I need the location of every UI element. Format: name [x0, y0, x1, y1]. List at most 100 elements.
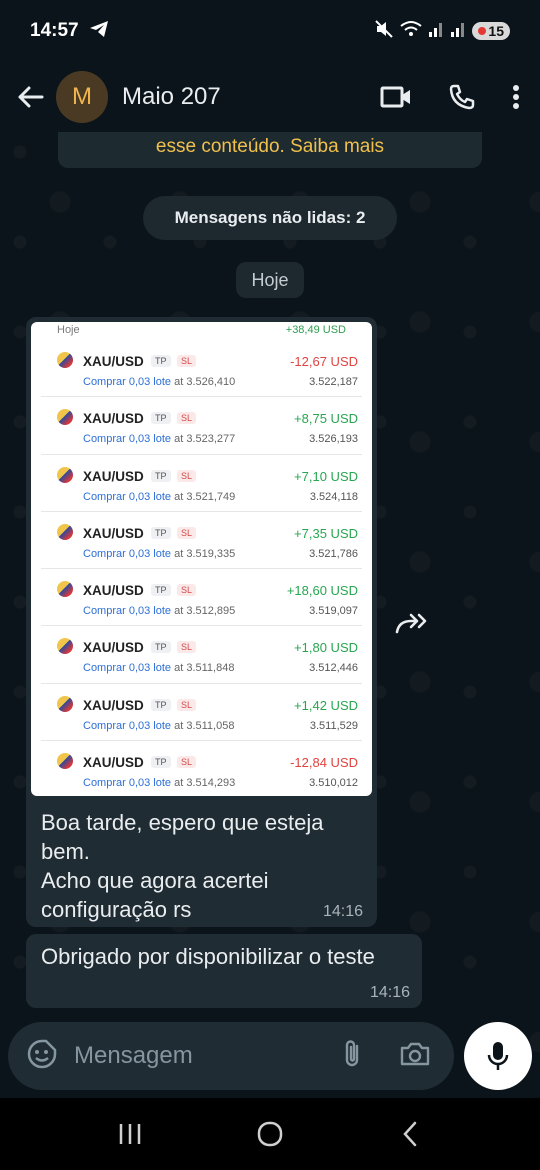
trade-open-price: at 3.512,895	[174, 605, 236, 618]
contact-name[interactable]: Maio 207	[122, 83, 221, 111]
signal-icon	[428, 20, 444, 43]
xau-usd-flag-icon	[57, 581, 73, 598]
caption-line: Acho que agora acertei	[41, 868, 269, 893]
trade-pnl: +8,75 USD	[294, 411, 358, 427]
trade-current-price: 3.510,012	[309, 777, 358, 790]
trade-description: Comprar 0,03 lote at 3.521,749	[83, 491, 235, 503]
trade-action: Comprar 0,03 lote	[83, 490, 172, 503]
status-bar: 14:57 15	[0, 0, 540, 62]
trade-open-price: at 3.521,749	[174, 490, 236, 503]
trade-action: Comprar 0,03 lote	[83, 719, 172, 732]
sl-badge: SL	[177, 698, 197, 711]
trade-row: XAU/USD TP SL +7,35 USD Comprar 0,03 lote at…	[41, 512, 362, 570]
trade-current-price: 3.511,529	[309, 719, 358, 732]
trade-row: XAU/USD TP SL -12,67 USD Comprar 0,03 lote a…	[41, 340, 362, 398]
microphone-button[interactable]	[464, 1022, 532, 1090]
trade-row: XAU/USD TP SL +1,42 USD Comprar 0,03 lote at…	[41, 684, 362, 742]
tp-badge: TP	[151, 584, 171, 597]
battery-level: 15	[488, 23, 504, 39]
xau-usd-flag-icon	[57, 695, 73, 712]
text-message-bubble[interactable]: Obrigado por disponibilizar o teste 14:1…	[26, 934, 422, 1008]
trade-symbol: XAU/USD	[83, 697, 144, 713]
trade-current-price: 3.524,118	[309, 490, 358, 503]
day-separator: Hoje	[236, 262, 304, 298]
telegram-icon	[89, 20, 109, 43]
trade-open-price: at 3.511,058	[174, 719, 235, 732]
video-call-icon[interactable]	[380, 85, 412, 109]
message-caption: Boa tarde, espero que esteja bem. Acho q…	[31, 796, 361, 924]
trade-symbol: XAU/USD	[83, 354, 144, 369]
signal-icon-2	[450, 20, 466, 43]
trade-open-price: at 3.526,410	[174, 376, 236, 388]
trade-action: Comprar 0,03 lote	[83, 547, 172, 560]
xau-usd-flag-icon	[57, 466, 73, 483]
trade-row: XAU/USD TP SL +1,80 USD Comprar 0,03 lote at…	[41, 626, 362, 684]
trade-open-price: at 3.519,335	[174, 547, 236, 560]
xau-usd-flag-icon	[57, 409, 73, 426]
trade-description: Comprar 0,03 lote at 3.512,895	[83, 605, 235, 617]
emoji-icon[interactable]	[26, 1038, 58, 1075]
xau-usd-flag-icon	[57, 638, 73, 655]
wifi-icon	[400, 20, 423, 43]
trade-row: XAU/USD TP SL +7,10 USD Comprar 0,03 lote at…	[41, 455, 362, 512]
trade-action: Comprar 0,03 lote	[83, 605, 172, 618]
trade-row: XAU/USD TP SL +18,60 USD Comprar 0,03 lote a…	[41, 569, 362, 627]
screenshot-total: +38,49 USD	[285, 324, 346, 336]
chat-area[interactable]: esse conteúdo. Saiba mais Mensagens não …	[0, 132, 540, 1098]
trade-pnl: +7,35 USD	[294, 525, 358, 541]
sl-badge: SL	[177, 584, 197, 597]
xau-usd-flag-icon	[57, 352, 73, 368]
message-text: Obrigado por disponibilizar o teste	[41, 944, 375, 969]
recent-apps-icon[interactable]	[100, 1114, 160, 1154]
message-input[interactable]: Mensagem	[74, 1042, 193, 1070]
trade-symbol: XAU/USD	[83, 525, 144, 541]
trade-action: Comprar 0,03 lote	[83, 777, 172, 790]
more-options-icon[interactable]	[512, 84, 520, 110]
camera-icon[interactable]	[400, 1041, 430, 1072]
attach-icon[interactable]	[342, 1038, 362, 1075]
screenshot-day-label: Hoje	[57, 324, 80, 336]
back-arrow-icon[interactable]	[14, 81, 46, 113]
trade-symbol: XAU/USD	[83, 583, 144, 599]
tp-badge: TP	[151, 756, 171, 769]
message-time: 14:16	[322, 903, 363, 920]
trade-action: Comprar 0,03 lote	[83, 376, 172, 388]
status-time: 14:57	[30, 20, 79, 41]
sl-badge: SL	[177, 469, 197, 482]
trade-pnl: +7,10 USD	[294, 468, 358, 484]
tp-badge: TP	[151, 412, 171, 425]
system-nav-bar	[0, 1098, 540, 1170]
tp-badge: TP	[151, 355, 171, 367]
back-nav-icon[interactable]	[380, 1114, 440, 1154]
sl-badge: SL	[177, 355, 197, 367]
trade-description: Comprar 0,03 lote at 3.514,293	[83, 777, 235, 789]
trade-current-price: 3.522,187	[309, 376, 358, 388]
trade-action: Comprar 0,03 lote	[83, 433, 172, 446]
image-message-bubble[interactable]: Hoje +38,49 USD XAU/USD TP SL -12,67 USD Com…	[26, 317, 377, 927]
trade-description: Comprar 0,03 lote at 3.526,410	[83, 376, 235, 388]
battery-indicator: 15	[472, 22, 510, 40]
home-icon[interactable]	[240, 1114, 300, 1154]
phone-call-icon[interactable]	[448, 83, 476, 111]
tp-badge: TP	[151, 526, 171, 539]
encryption-notice[interactable]: esse conteúdo. Saiba mais	[58, 132, 482, 168]
trade-row: XAU/USD TP SL -12,84 USD Comprar 0,03 lote a…	[41, 741, 362, 796]
trade-pnl: -12,84 USD	[290, 755, 358, 771]
tp-badge: TP	[151, 698, 171, 711]
trade-symbol: XAU/USD	[83, 755, 144, 771]
mute-icon	[374, 19, 394, 44]
trade-action: Comprar 0,03 lote	[83, 662, 172, 675]
trade-symbol: XAU/USD	[83, 468, 144, 484]
forward-icon[interactable]	[390, 602, 434, 646]
trade-screenshot[interactable]: Hoje +38,49 USD XAU/USD TP SL -12,67 USD Com…	[31, 322, 372, 796]
trade-current-price: 3.512,446	[309, 662, 358, 675]
message-input-bar[interactable]: Mensagem	[8, 1022, 454, 1090]
chat-header: M Maio 207	[0, 62, 540, 132]
tp-badge: TP	[151, 641, 171, 654]
caption-line: configuração rs	[41, 897, 192, 922]
trade-description: Comprar 0,03 lote at 3.511,058	[83, 720, 234, 732]
microphone-icon	[487, 1042, 509, 1070]
screenshot-header: Hoje +38,49 USD	[31, 322, 372, 340]
trade-symbol: XAU/USD	[83, 640, 144, 656]
avatar[interactable]: M	[56, 71, 108, 123]
